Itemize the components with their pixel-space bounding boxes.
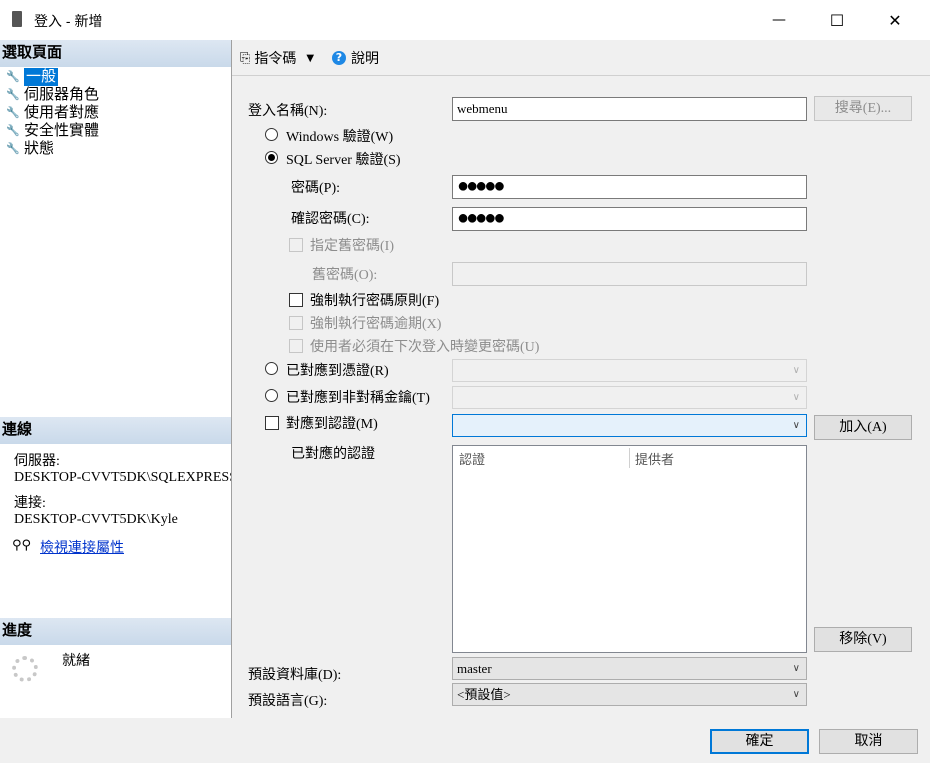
confirm-password-label: 確認密碼(C): (291, 212, 370, 227)
title-bar: 登入 - 新增 — ☐ ✕ (0, 0, 930, 40)
remove-credential-button[interactable]: 移除(V) (814, 627, 912, 652)
sql-auth-label: SQL Server 驗證(S) (286, 153, 401, 168)
map-asymmetric-key-label: 已對應到非對稱金鑰(T) (286, 391, 430, 406)
login-name-label: 登入名稱(N): (248, 104, 328, 119)
password-mask: ●●●●● (457, 175, 505, 197)
page-status[interactable]: 🔧 狀態 (6, 140, 54, 158)
server-value: DESKTOP-CVVT5DK\SQLEXPRESS (14, 470, 231, 485)
ok-button[interactable]: 確定 (710, 729, 809, 754)
mapped-credentials-label: 已對應的認證 (291, 447, 375, 462)
left-panel: 選取頁面 🔧 一般 🔧 伺服器角色 🔧 使用者對應 🔧 安全性實體 🔧 狀態 連線 伺服器… (0, 40, 232, 718)
script-button[interactable]: ⎘ 指令碼 ▼ (240, 48, 314, 68)
chevron-down-icon: ∨ (792, 365, 800, 376)
column-divider (629, 448, 630, 468)
page-user-mapping[interactable]: 🔧 使用者對應 (6, 104, 99, 122)
connection-properties-icon: ⚲⚲ (12, 538, 32, 553)
specify-old-password-label: 指定舊密碼(I) (310, 239, 394, 254)
view-connection-properties-link[interactable]: 檢視連接屬性 (40, 537, 124, 557)
old-password-input[interactable] (452, 262, 807, 286)
minimize-button[interactable]: — (750, 0, 808, 40)
column-header-provider[interactable]: 提供者 (635, 449, 674, 468)
page-general[interactable]: 🔧 一般 (6, 68, 59, 86)
select-page-header: 選取頁面 (0, 40, 231, 67)
enforce-expiration-label: 強制執行密碼逾期(X) (310, 317, 442, 332)
login-name-input[interactable]: webmenu (452, 97, 807, 121)
specify-old-password-checkbox[interactable] (289, 238, 303, 252)
connection-value: DESKTOP-CVVT5DK\Kyle (14, 512, 178, 527)
mapped-credentials-list[interactable]: 認證 提供者 (452, 445, 807, 653)
server-label: 伺服器: (14, 454, 60, 469)
chevron-down-icon: ∨ (792, 420, 800, 431)
chevron-down-icon: ∨ (792, 663, 800, 674)
map-certificate-radio[interactable] (265, 362, 278, 375)
script-icon: ⎘ (240, 50, 251, 66)
toolbar: ⎘ 指令碼 ▼ ? 說明 (232, 40, 930, 76)
page-server-roles[interactable]: 🔧 伺服器角色 (6, 86, 99, 104)
must-change-checkbox[interactable] (289, 339, 303, 353)
map-credential-label: 對應到認證(M) (286, 417, 378, 432)
credential-select[interactable]: ∨ (452, 414, 807, 437)
dropdown-arrow-icon: ▼ (306, 52, 315, 64)
connection-header: 連線 (0, 417, 231, 444)
window-title: 登入 - 新增 (34, 13, 103, 29)
map-credential-checkbox[interactable] (265, 416, 279, 430)
default-language-select[interactable]: <預設值> ∨ (452, 683, 807, 706)
map-asymmetric-key-radio[interactable] (265, 389, 278, 402)
wrench-icon: 🔧 (6, 89, 20, 101)
default-database-select[interactable]: master ∨ (452, 657, 807, 680)
enforce-policy-checkbox[interactable] (289, 293, 303, 307)
search-button[interactable]: 搜尋(E)... (814, 96, 912, 121)
wrench-icon: 🔧 (6, 71, 20, 83)
column-header-credential[interactable]: 認證 (459, 449, 485, 468)
default-database-label: 預設資料庫(D): (248, 668, 342, 683)
wrench-icon: 🔧 (6, 125, 20, 137)
app-icon (12, 11, 22, 27)
certificate-select[interactable]: ∨ (452, 359, 807, 382)
wrench-icon: 🔧 (6, 143, 20, 155)
default-database-value: master (457, 661, 492, 676)
help-button[interactable]: ? 說明 (332, 48, 379, 68)
chevron-down-icon: ∨ (792, 392, 800, 403)
wrench-icon: 🔧 (6, 107, 20, 119)
old-password-label: 舊密碼(O): (312, 268, 378, 283)
help-icon: ? (332, 51, 346, 65)
confirm-password-mask: ●●●●● (457, 207, 505, 229)
password-label: 密碼(P): (291, 181, 340, 196)
must-change-label: 使用者必須在下次登入時變更密碼(U) (310, 340, 540, 355)
chevron-down-icon: ∨ (792, 689, 800, 700)
progress-status: 就緒 (62, 654, 90, 669)
default-language-label: 預設語言(G): (248, 694, 328, 709)
map-certificate-label: 已對應到憑證(R) (286, 364, 389, 379)
windows-auth-radio[interactable] (265, 128, 278, 141)
progress-header: 進度 (0, 618, 231, 645)
maximize-button[interactable]: ☐ (808, 0, 866, 40)
asymmetric-key-select[interactable]: ∨ (452, 386, 807, 409)
connection-label: 連接: (14, 496, 46, 511)
page-securables[interactable]: 🔧 安全性實體 (6, 122, 99, 140)
close-button[interactable]: ✕ (866, 0, 924, 40)
add-credential-button[interactable]: 加入(A) (814, 415, 912, 440)
enforce-expiration-checkbox[interactable] (289, 316, 303, 330)
cancel-button[interactable]: 取消 (819, 729, 918, 754)
progress-spinner-icon (12, 656, 38, 682)
enforce-policy-label: 強制執行密碼原則(F) (310, 294, 440, 309)
confirm-password-input[interactable]: ●●●●● (452, 207, 807, 231)
sql-auth-radio[interactable] (265, 151, 278, 164)
windows-auth-label: Windows 驗證(W) (286, 130, 394, 145)
default-language-value: <預設值> (457, 687, 511, 702)
password-input[interactable]: ●●●●● (452, 175, 807, 199)
